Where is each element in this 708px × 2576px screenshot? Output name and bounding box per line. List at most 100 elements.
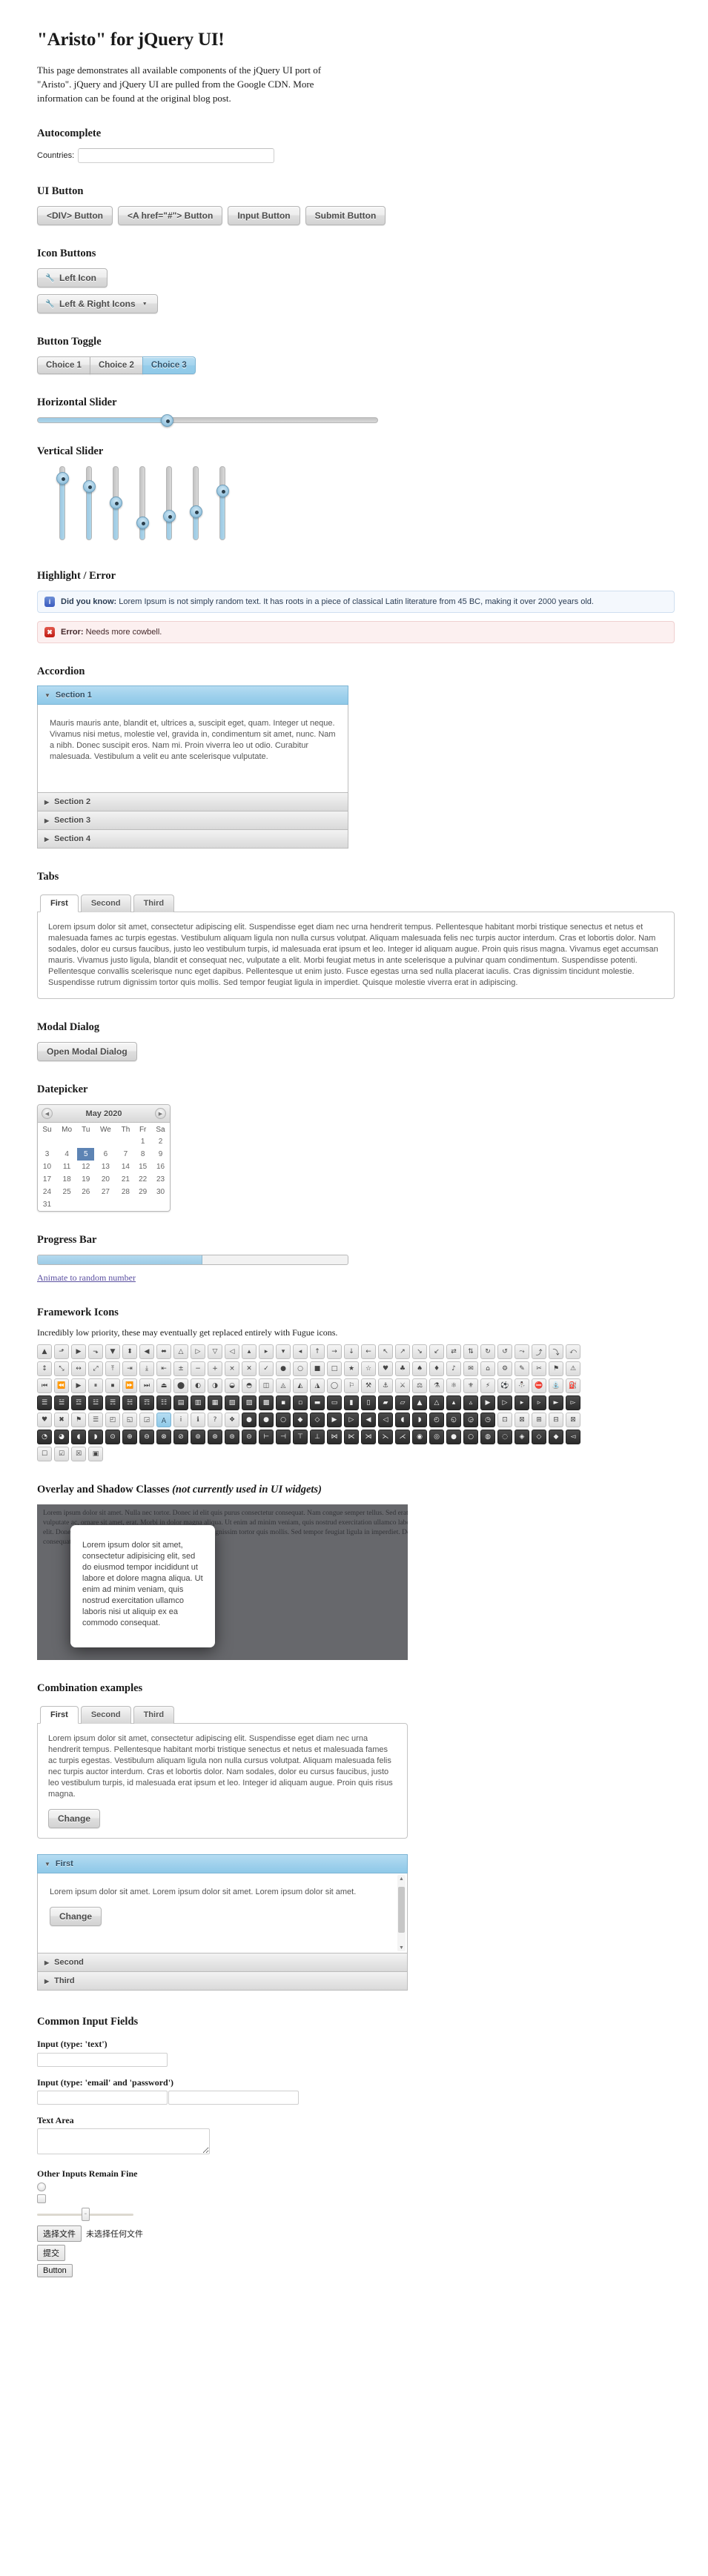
framework-icon[interactable]: ✓ (259, 1361, 274, 1376)
chevron-right-icon[interactable]: ▶ (155, 1108, 166, 1119)
framework-icon[interactable]: ▥ (191, 1395, 205, 1410)
framework-icon[interactable]: ⬍ (122, 1344, 137, 1359)
datepicker-day[interactable]: 30 (151, 1186, 170, 1198)
framework-icon[interactable]: ▧ (225, 1395, 239, 1410)
framework-icon[interactable]: ▴ (446, 1395, 461, 1410)
framework-icon[interactable]: ◆ (293, 1413, 308, 1427)
framework-icon[interactable]: ◉ (412, 1430, 427, 1444)
framework-icon[interactable]: ⊝ (242, 1430, 257, 1444)
animate-random-link[interactable]: Animate to random number (37, 1272, 136, 1283)
framework-icon[interactable]: ⬌ (156, 1344, 171, 1359)
framework-icon[interactable]: → (327, 1344, 342, 1359)
framework-icon[interactable]: ⊛ (208, 1430, 222, 1444)
framework-icon[interactable]: ⊟ (549, 1413, 563, 1427)
anchor-button[interactable]: <A href="#"> Button (118, 206, 223, 225)
combination-change-button[interactable]: Change (48, 1809, 101, 1828)
email-field[interactable] (37, 2090, 168, 2105)
radio-button[interactable] (37, 2182, 46, 2191)
framework-icon[interactable]: ◈ (515, 1430, 529, 1444)
framework-icon[interactable]: ♠ (412, 1361, 427, 1376)
framework-icon[interactable]: ■ (310, 1361, 325, 1376)
framework-icon[interactable]: ▰ (378, 1395, 393, 1410)
framework-icon[interactable]: ⏪ (54, 1378, 69, 1393)
toggle-choice-1[interactable]: Choice 1 (37, 356, 90, 374)
framework-icon[interactable]: ◁ (225, 1344, 239, 1359)
framework-icon[interactable]: ⚽ (497, 1378, 512, 1393)
framework-icon[interactable]: ▷ (344, 1413, 359, 1427)
framework-icon[interactable]: ⤺ (566, 1344, 580, 1359)
framework-icon[interactable]: △ (173, 1344, 188, 1359)
framework-icon[interactable]: ◖ (395, 1413, 410, 1427)
framework-icon[interactable]: ⋈ (327, 1430, 342, 1444)
framework-icon[interactable]: ↕ (37, 1361, 52, 1376)
framework-icon[interactable]: × (225, 1361, 239, 1376)
framework-icon[interactable]: ♪ (446, 1361, 461, 1376)
framework-icon[interactable]: ▶ (71, 1344, 86, 1359)
framework-icon[interactable]: ⊘ (173, 1430, 188, 1444)
framework-icon[interactable]: ◭ (293, 1378, 308, 1393)
plain-native-button[interactable]: Button (37, 2263, 73, 2277)
vertical-slider-handle[interactable] (83, 480, 96, 494)
framework-icon[interactable]: ↓ (344, 1344, 359, 1359)
framework-icon[interactable]: ⏭ (139, 1378, 154, 1393)
text-area[interactable] (37, 2128, 210, 2154)
datepicker-day[interactable]: 10 (38, 1161, 56, 1173)
autocomplete-input[interactable] (78, 148, 275, 163)
accordion-header-1[interactable]: ▼ Section 1 (37, 686, 348, 705)
datepicker-day-cell[interactable]: 19 (77, 1173, 94, 1186)
framework-icon[interactable]: ← (361, 1344, 376, 1359)
accordion-header-3[interactable]: ▶ Section 3 (37, 811, 348, 830)
framework-icon[interactable]: ⛲ (549, 1378, 563, 1393)
datepicker-day-cell[interactable]: 9 (151, 1148, 170, 1161)
framework-icon[interactable]: ◑ (208, 1378, 222, 1393)
framework-icon[interactable]: ◫ (259, 1378, 274, 1393)
framework-icon[interactable]: ⏹ (105, 1378, 120, 1393)
framework-icon[interactable]: ↖ (378, 1344, 393, 1359)
choose-file-button[interactable]: 选择文件 (37, 2225, 82, 2242)
framework-icon[interactable]: ◲ (139, 1413, 154, 1427)
framework-icon[interactable]: ▶ (327, 1413, 342, 1427)
submit-button[interactable]: Submit Button (305, 206, 386, 225)
framework-icon[interactable]: ▴ (242, 1344, 257, 1359)
framework-icon[interactable]: ◇ (310, 1413, 325, 1427)
datepicker-day-cell[interactable]: 27 (94, 1186, 116, 1198)
framework-icon[interactable]: ○ (463, 1430, 478, 1444)
framework-icon[interactable]: ⊖ (139, 1430, 154, 1444)
framework-icon[interactable]: ▸ (259, 1344, 274, 1359)
toggle-choice-3[interactable]: Choice 3 (142, 356, 196, 374)
datepicker-day[interactable]: 3 (38, 1148, 56, 1161)
datepicker-day[interactable]: 28 (117, 1186, 135, 1198)
framework-icon[interactable]: ◮ (310, 1378, 325, 1393)
framework-icon[interactable]: ⤡ (54, 1361, 69, 1376)
framework-icon[interactable]: ☶ (139, 1395, 154, 1410)
datepicker-day[interactable]: 6 (94, 1148, 116, 1161)
datepicker-day[interactable]: 19 (77, 1173, 94, 1186)
framework-icon[interactable]: ◵ (446, 1413, 461, 1427)
framework-icon[interactable]: ▩ (259, 1395, 274, 1410)
vertical-slider-handle[interactable] (110, 497, 122, 509)
framework-icon[interactable]: ⬤ (173, 1378, 188, 1393)
framework-icon[interactable]: ⊙ (105, 1430, 120, 1444)
vertical-slider-handle[interactable] (216, 485, 229, 498)
tab-third[interactable]: Third (133, 894, 175, 912)
framework-icon[interactable]: ▯ (361, 1395, 376, 1410)
framework-icon[interactable]: ↙ (429, 1344, 444, 1359)
datepicker-day[interactable]: 18 (56, 1173, 77, 1186)
framework-icon[interactable]: ▬ (310, 1395, 325, 1410)
framework-icon[interactable]: ⬎ (88, 1344, 103, 1359)
framework-icon[interactable]: ⚛ (446, 1378, 461, 1393)
framework-icon[interactable]: ℹ (191, 1413, 205, 1427)
datepicker-day[interactable]: 24 (38, 1186, 56, 1198)
framework-icon[interactable]: ▼ (105, 1344, 120, 1359)
datepicker-day-cell[interactable]: 24 (38, 1186, 56, 1198)
framework-icon[interactable]: ♥ (378, 1361, 393, 1376)
framework-icon[interactable]: ⇥ (122, 1361, 137, 1376)
framework-icon[interactable]: ◀ (361, 1413, 376, 1427)
framework-icon[interactable]: ▶ (71, 1378, 86, 1393)
vertical-slider-2[interactable] (83, 466, 96, 540)
datepicker-day[interactable]: 8 (134, 1148, 151, 1161)
framework-icon[interactable]: ⚠ (566, 1361, 580, 1376)
framework-icon[interactable]: ▶ (480, 1395, 495, 1410)
horizontal-slider[interactable] (37, 414, 378, 427)
datepicker-day-cell[interactable]: 4 (56, 1148, 77, 1161)
